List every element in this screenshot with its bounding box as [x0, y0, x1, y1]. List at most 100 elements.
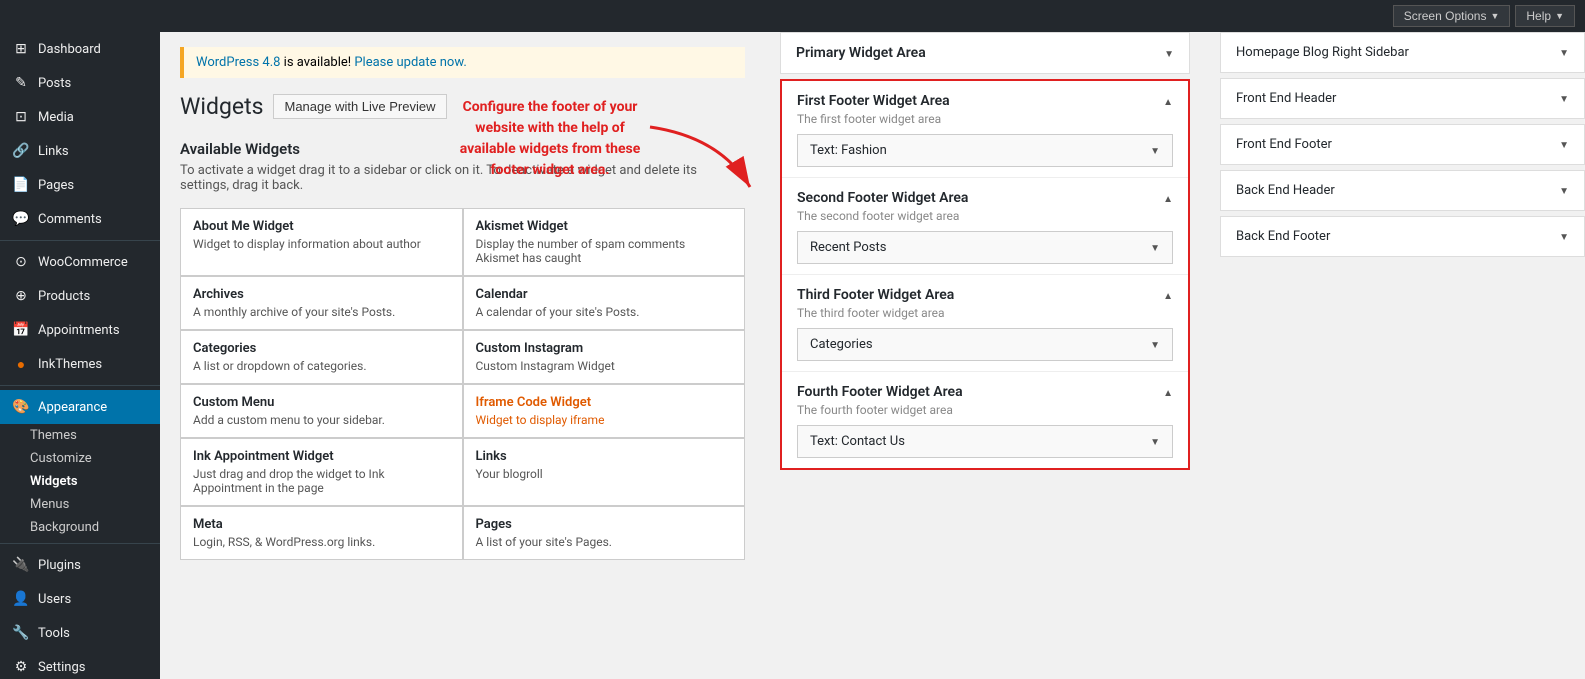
- footer-widget-chevron[interactable]: [1150, 337, 1160, 352]
- widget-name: Categories: [193, 341, 450, 356]
- sidebar-item-appointments[interactable]: 📅 Appointments: [0, 313, 160, 347]
- help-button[interactable]: Help ▼: [1515, 5, 1575, 27]
- sidebar-panel-header[interactable]: Homepage Blog Right Sidebar: [1221, 33, 1584, 72]
- footer-area-widget[interactable]: Categories: [797, 328, 1173, 361]
- manage-live-preview-button[interactable]: Manage with Live Preview: [273, 94, 446, 119]
- sidebar-sub-label-widgets: Widgets: [30, 474, 78, 489]
- right-sidebar-panel-0: Homepage Blog Right Sidebar: [1220, 32, 1585, 73]
- widget-item[interactable]: ArchivesA monthly archive of your site's…: [180, 276, 463, 330]
- far-right-panel: Homepage Blog Right Sidebar Front End He…: [1205, 32, 1585, 679]
- sidebar-item-posts[interactable]: ✎ Posts: [0, 66, 160, 100]
- sidebar-sub-menus[interactable]: Menus: [0, 493, 160, 516]
- sidebar-item-tools[interactable]: 🔧 Tools: [0, 616, 160, 650]
- sidebar-panel-chevron[interactable]: [1559, 137, 1569, 152]
- widget-name: Pages: [476, 517, 733, 532]
- footer-area-widget[interactable]: Text: Fashion: [797, 134, 1173, 167]
- right-sidebar-panel-1: Front End Header: [1220, 78, 1585, 119]
- sidebar-item-media[interactable]: ⊡ Media: [0, 100, 160, 134]
- footer-area-chevron[interactable]: [1163, 94, 1173, 109]
- sidebar-sub-customize[interactable]: Customize: [0, 447, 160, 470]
- sidebar-sub-widgets[interactable]: Widgets: [0, 470, 160, 493]
- widget-item[interactable]: LinksYour blogroll: [463, 438, 746, 506]
- sidebar-item-appearance[interactable]: 🎨 Appearance: [0, 390, 160, 424]
- sidebar-panel-chevron[interactable]: [1559, 229, 1569, 244]
- wordpress-version-link[interactable]: WordPress 4.8: [196, 55, 280, 70]
- widget-desc: A list or dropdown of categories.: [193, 359, 450, 373]
- footer-widget-area-1: First Footer Widget Area The first foote…: [782, 81, 1188, 178]
- widget-grid: About Me WidgetWidget to display informa…: [180, 208, 745, 560]
- footer-area-chevron[interactable]: [1163, 191, 1173, 206]
- widget-name: Iframe Code Widget: [476, 395, 733, 410]
- sidebar-panel-header[interactable]: Front End Footer: [1221, 125, 1584, 164]
- right-sidebar-panel-3: Back End Header: [1220, 170, 1585, 211]
- widget-desc: A list of your site's Pages.: [476, 535, 733, 549]
- footer-area-widget[interactable]: Text: Contact Us: [797, 425, 1173, 458]
- sidebar-item-settings[interactable]: ⚙ Settings: [0, 650, 160, 679]
- sidebar-label-appointments: Appointments: [38, 323, 120, 338]
- pages-icon: 📄: [12, 176, 30, 194]
- sidebar-item-pages[interactable]: 📄 Pages: [0, 168, 160, 202]
- sidebar-sub-label-themes: Themes: [30, 428, 77, 443]
- footer-area-chevron[interactable]: [1163, 385, 1173, 400]
- sidebar-item-woocommerce[interactable]: ⊙ WooCommerce: [0, 245, 160, 279]
- sidebar-divider-2: [0, 385, 160, 386]
- widget-name: Links: [476, 449, 733, 464]
- widget-desc: Login, RSS, & WordPress.org links.: [193, 535, 450, 549]
- sidebar-label-appearance: Appearance: [38, 400, 107, 415]
- widget-item[interactable]: Ink Appointment WidgetJust drag and drop…: [180, 438, 463, 506]
- footer-widget-area-4: Fourth Footer Widget Area The fourth foo…: [782, 372, 1188, 468]
- footer-area-desc: The first footer widget area: [797, 112, 1173, 126]
- screen-options-button[interactable]: Screen Options ▼: [1393, 5, 1511, 27]
- widget-item[interactable]: Custom InstagramCustom Instagram Widget: [463, 330, 746, 384]
- footer-area-chevron[interactable]: [1163, 288, 1173, 303]
- sidebar-item-comments[interactable]: 💬 Comments: [0, 202, 160, 236]
- widget-item[interactable]: Pages A list of your site's Pages.: [463, 506, 746, 560]
- footer-area-header: First Footer Widget Area: [797, 93, 1173, 109]
- widget-item[interactable]: MetaLogin, RSS, & WordPress.org links.: [180, 506, 463, 560]
- sidebar-item-users[interactable]: 👤 Users: [0, 582, 160, 616]
- sidebar-label-links: Links: [38, 144, 69, 159]
- footer-widget-container: First Footer Widget Area The first foote…: [780, 79, 1190, 470]
- widget-item[interactable]: Categories A list or dropdown of categori…: [180, 330, 463, 384]
- widget-item[interactable]: Iframe Code WidgetWidget to display ifra…: [463, 384, 746, 438]
- sidebar-label-comments: Comments: [38, 212, 102, 227]
- sidebar-panel-chevron[interactable]: [1559, 45, 1569, 60]
- sidebar-sub-themes[interactable]: Themes: [0, 424, 160, 447]
- sidebar-panel-chevron[interactable]: [1559, 183, 1569, 198]
- sidebar-panel-header[interactable]: Front End Header: [1221, 79, 1584, 118]
- footer-widget-area-2: Second Footer Widget Area The second foo…: [782, 178, 1188, 275]
- sidebar-panel-label: Back End Footer: [1236, 229, 1330, 244]
- widget-item[interactable]: About Me WidgetWidget to display informa…: [180, 208, 463, 276]
- footer-area-widget[interactable]: Recent Posts: [797, 231, 1173, 264]
- sidebar-sub-background[interactable]: Background: [0, 516, 160, 539]
- sidebar-sub-label-customize: Customize: [30, 451, 92, 466]
- sidebar-item-links[interactable]: 🔗 Links: [0, 134, 160, 168]
- footer-widget-chevron[interactable]: [1150, 143, 1160, 158]
- sidebar-item-products[interactable]: ⊕ Products: [0, 279, 160, 313]
- settings-icon: ⚙: [12, 658, 30, 676]
- widget-item[interactable]: Custom MenuAdd a custom menu to your sid…: [180, 384, 463, 438]
- sidebar-panel-chevron[interactable]: [1559, 91, 1569, 106]
- widget-name: Akismet Widget: [476, 219, 733, 234]
- footer-widget-chevron[interactable]: [1150, 240, 1160, 255]
- sidebar-panel-label: Homepage Blog Right Sidebar: [1236, 45, 1409, 60]
- sidebar-item-plugins[interactable]: 🔌 Plugins: [0, 548, 160, 582]
- primary-widget-area-label: Primary Widget Area: [796, 45, 926, 61]
- widget-desc: Custom Instagram Widget: [476, 359, 733, 373]
- sidebar-panel-header[interactable]: Back End Footer: [1221, 217, 1584, 256]
- footer-area-desc: The fourth footer widget area: [797, 403, 1173, 417]
- footer-widget-name: Text: Contact Us: [810, 434, 905, 449]
- footer-area-desc: The third footer widget area: [797, 306, 1173, 320]
- primary-widget-area-header[interactable]: Primary Widget Area: [781, 33, 1189, 73]
- sidebar-item-dashboard[interactable]: ⊞ Dashboard: [0, 32, 160, 66]
- primary-widget-area-panel[interactable]: Primary Widget Area: [780, 32, 1190, 74]
- sidebar-item-inkthemes[interactable]: ● InkThemes: [0, 347, 160, 381]
- please-update-link[interactable]: Please update now.: [354, 55, 466, 70]
- sidebar-panel-header[interactable]: Back End Header: [1221, 171, 1584, 210]
- widget-name: Calendar: [476, 287, 733, 302]
- widget-item[interactable]: CalendarA calendar of your site's Posts.: [463, 276, 746, 330]
- footer-area-header: Fourth Footer Widget Area: [797, 384, 1173, 400]
- posts-icon: ✎: [12, 74, 30, 92]
- footer-widget-chevron[interactable]: [1150, 434, 1160, 449]
- widget-item[interactable]: Akismet WidgetDisplay the number of spam…: [463, 208, 746, 276]
